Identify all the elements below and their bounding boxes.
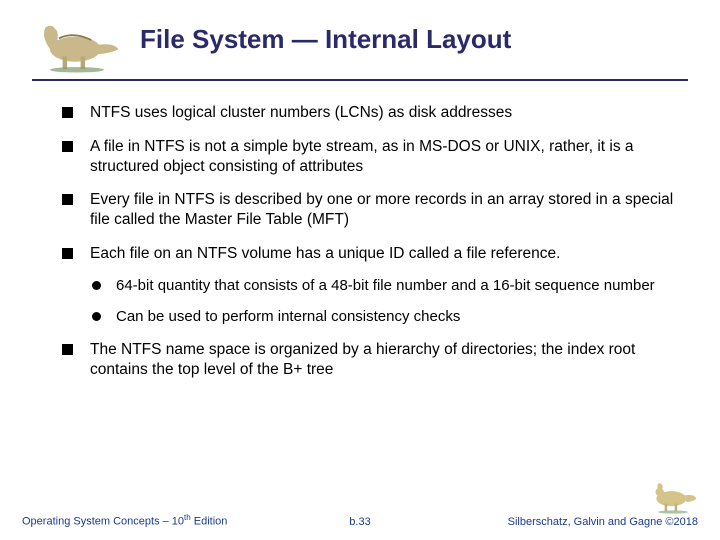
footer-copyright: Silberschatz, Galvin and Gagne ©2018	[508, 516, 698, 528]
sub-bullet-item: Can be used to perform internal consiste…	[90, 307, 678, 326]
slide-header: File System — Internal Layout	[32, 18, 688, 73]
slide: File System — Internal Layout NTFS uses …	[0, 0, 720, 540]
sub-bullet-list: 64-bit quantity that consists of a 48-bi…	[90, 276, 678, 326]
dinosaur-small-icon	[648, 480, 698, 514]
footer-book-sup: th	[184, 513, 191, 522]
bullet-item: Every file in NTFS is described by one o…	[62, 190, 678, 230]
footer-book-suffix: Edition	[191, 516, 228, 528]
bullet-item: The NTFS name space is organized by a hi…	[62, 340, 678, 380]
bullet-text: A file in NTFS is not a simple byte stre…	[90, 138, 634, 175]
bullet-text: The NTFS name space is organized by a hi…	[90, 341, 635, 378]
sub-bullet-text: Can be used to perform internal consiste…	[116, 308, 460, 325]
bullet-item: Each file on an NTFS volume has a unique…	[62, 244, 678, 326]
footer-left: Operating System Concepts – 10th Edition	[22, 513, 227, 528]
footer-right: Silberschatz, Galvin and Gagne ©2018	[508, 480, 698, 528]
slide-content: NTFS uses logical cluster numbers (LCNs)…	[32, 103, 688, 380]
dinosaur-icon	[32, 18, 122, 73]
sub-bullet-item: 64-bit quantity that consists of a 48-bi…	[90, 276, 678, 295]
title-rule	[32, 79, 688, 81]
bullet-text: NTFS uses logical cluster numbers (LCNs)…	[90, 104, 512, 121]
bullet-list: NTFS uses logical cluster numbers (LCNs)…	[62, 103, 678, 380]
footer-page-number: b.33	[349, 516, 370, 528]
bullet-text: Every file in NTFS is described by one o…	[90, 191, 673, 228]
slide-title: File System — Internal Layout	[140, 18, 511, 55]
bullet-item: A file in NTFS is not a simple byte stre…	[62, 137, 678, 177]
footer-book-prefix: Operating System Concepts – 10	[22, 516, 184, 528]
bullet-item: NTFS uses logical cluster numbers (LCNs)…	[62, 103, 678, 123]
slide-footer: Operating System Concepts – 10th Edition…	[0, 480, 720, 528]
bullet-text: Each file on an NTFS volume has a unique…	[90, 245, 560, 262]
sub-bullet-text: 64-bit quantity that consists of a 48-bi…	[116, 277, 655, 294]
